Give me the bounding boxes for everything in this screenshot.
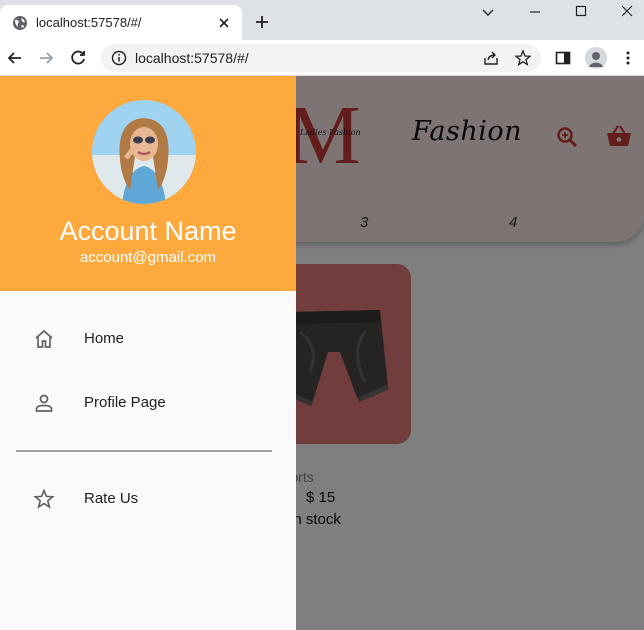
- home-icon: [35, 329, 53, 348]
- kebab-menu-icon[interactable]: [619, 49, 637, 67]
- minimize-icon[interactable]: [523, 4, 547, 20]
- reload-icon[interactable]: [68, 48, 88, 68]
- url-text[interactable]: localhost:57578/#/: [135, 50, 249, 66]
- nav-label-profile: Profile Page: [84, 394, 166, 411]
- new-tab-icon[interactable]: [253, 13, 271, 31]
- account-avatar[interactable]: [92, 100, 196, 204]
- side-panel-icon[interactable]: [554, 49, 572, 67]
- drawer-header: Account Name account@gmail.com: [0, 76, 296, 291]
- nav-label-home: Home: [84, 330, 125, 347]
- star-icon: [33, 488, 55, 509]
- maximize-icon[interactable]: [569, 4, 593, 20]
- navigation-drawer: Account Name account@gmail.com Home Prof…: [0, 76, 296, 630]
- back-arrow-icon[interactable]: [5, 48, 25, 68]
- account-name: Account Name: [59, 216, 237, 246]
- profile-avatar-icon[interactable]: [585, 47, 607, 69]
- globe-icon: [13, 16, 27, 30]
- browser-toolbar: localhost:57578/#/: [0, 40, 644, 76]
- nav-item-home[interactable]: Home: [0, 311, 296, 367]
- chevron-down-icon[interactable]: [476, 4, 500, 20]
- nav-label-rate-us: Rate Us: [84, 490, 139, 507]
- person-icon: [35, 394, 53, 412]
- forward-arrow-icon[interactable]: [36, 48, 56, 68]
- share-icon[interactable]: [482, 49, 500, 67]
- close-icon[interactable]: [215, 14, 233, 32]
- tab-title: localhost:57578/#/: [36, 15, 142, 30]
- account-email: account@gmail.com: [79, 249, 217, 266]
- address-bar[interactable]: localhost:57578/#/: [101, 44, 541, 72]
- nav-item-profile[interactable]: Profile Page: [0, 375, 296, 431]
- window-close-icon[interactable]: [615, 4, 639, 20]
- info-icon[interactable]: [111, 50, 127, 66]
- browser-tab[interactable]: localhost:57578/#/: [0, 5, 242, 40]
- screen: localhost:57578/#/ localhost:57578/#/ Ac…: [0, 0, 644, 630]
- nav-item-rate-us[interactable]: Rate Us: [0, 471, 296, 527]
- bookmark-star-icon[interactable]: [514, 49, 532, 67]
- browser-tabstrip: localhost:57578/#/: [0, 0, 644, 40]
- drawer-divider: [16, 450, 272, 452]
